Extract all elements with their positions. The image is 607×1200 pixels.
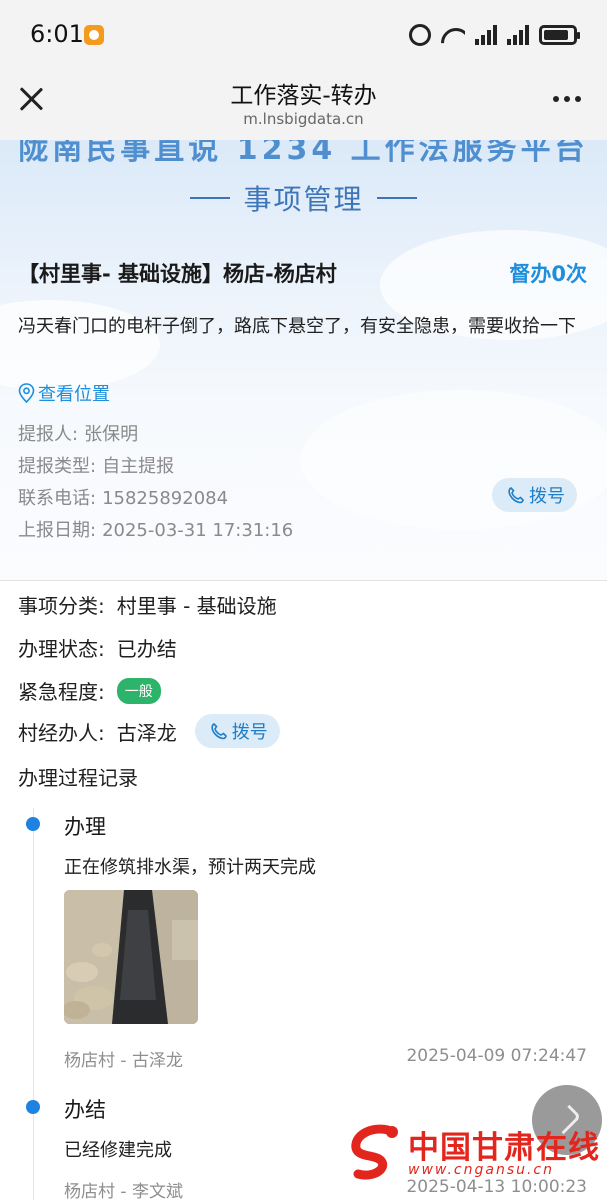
status-bar: 6:01	[0, 0, 607, 68]
watermark: 中国甘肃在线 www.cngansu.cn	[346, 1118, 599, 1198]
urgency-label: 紧急程度:	[18, 680, 105, 704]
handler-label: 村经办人:	[18, 720, 105, 745]
timeline-line	[33, 808, 34, 1200]
phone-value: 15825892084	[102, 488, 229, 509]
timeline-photo[interactable]	[64, 890, 198, 1024]
handler-value: 古泽龙	[116, 720, 177, 745]
report-type-row: 提报类型: 自主提报	[18, 452, 174, 478]
status-time: 6:01	[30, 20, 84, 48]
status-icons	[409, 22, 580, 48]
urgency-badge: 一般	[116, 677, 161, 704]
section-divider	[0, 580, 607, 581]
page-header: 工作落实-转办 m.lnsbigdata.cn	[0, 68, 607, 140]
view-location-link[interactable]: 查看位置	[18, 380, 110, 406]
location-pin-icon	[18, 383, 35, 403]
phone-row: 联系电话: 15825892084	[18, 484, 228, 510]
status-label: 办理状态:	[18, 637, 105, 661]
category-row: 事项分类: 村里事 - 基础设施	[18, 590, 277, 619]
timeline-dot	[26, 1100, 40, 1114]
phone-icon	[211, 723, 227, 740]
supervise-count: 督办0次	[509, 262, 587, 286]
urgency-row: 紧急程度: 一般	[18, 676, 161, 705]
report-type-label: 提报类型:	[18, 456, 97, 477]
item-description: 冯天春门口的电杆子倒了，路底下悬空了，有安全隐患，需要收拾一下	[18, 316, 576, 337]
timeline-item-title: 办理	[64, 815, 106, 839]
watermark-url: www.cngansu.cn	[408, 1162, 555, 1178]
view-location-label: 查看位置	[38, 384, 110, 405]
status-value: 已办结	[116, 637, 177, 661]
phone-icon	[508, 487, 524, 504]
banner-title: 陇南民事直说 1234 工作法服务平台	[18, 140, 589, 167]
category-value: 村里事 - 基础设施	[116, 594, 277, 618]
report-date-label: 上报日期:	[18, 520, 97, 541]
battery-icon	[539, 25, 580, 45]
process-title-label: 办理过程记录	[18, 766, 138, 790]
item-title: 【村里事- 基础设施】杨店-杨店村	[18, 262, 337, 286]
page-url: m.lnsbigdata.cn	[243, 110, 364, 128]
banner-line-right	[377, 197, 417, 199]
timeline-item-author: 杨店村 - 古泽龙	[64, 1051, 183, 1071]
alarm-icon	[409, 24, 431, 46]
item-card: 陇南民事直说 1234 工作法服务平台 事项管理 【村里事- 基础设施】杨店-杨…	[0, 140, 607, 580]
timeline-item-author: 杨店村 - 李文斌	[64, 1182, 183, 1200]
phone-label: 联系电话:	[18, 488, 97, 509]
process-title: 办理过程记录	[18, 762, 138, 791]
reporter-value: 张保明	[84, 424, 139, 445]
app-notification-icon	[84, 25, 104, 45]
signal-icon-2	[507, 25, 529, 45]
report-date-row: 上报日期: 2025-03-31 17:31:16	[18, 516, 293, 542]
reporter-label: 提报人:	[18, 424, 79, 445]
handler-dial-button[interactable]: 拨号	[194, 714, 280, 748]
timeline-item-time: 2025-04-09 07:24:47	[406, 1046, 587, 1066]
signal-icon	[475, 25, 497, 45]
timeline-item-text: 已经修建完成	[64, 1140, 172, 1161]
category-label: 事项分类:	[18, 594, 105, 618]
banner-subtitle: 事项管理	[243, 183, 364, 216]
timeline-item-text: 正在修筑排水渠，预计两天完成	[64, 857, 316, 878]
reporter-dial-button[interactable]: 拨号	[492, 478, 577, 512]
wifi-icon	[441, 26, 465, 44]
watermark-logo-icon	[351, 1124, 398, 1180]
timeline-dot	[26, 817, 40, 831]
timeline-item-title: 办结	[64, 1098, 106, 1122]
reporter-row: 提报人: 张保明	[18, 420, 138, 446]
watermark-name: 中国甘肃在线	[408, 1130, 600, 1166]
status-row: 办理状态: 已办结	[18, 633, 177, 662]
handler-row: 村经办人: 古泽龙 拨号	[18, 714, 280, 748]
dial-label: 拨号	[231, 722, 268, 743]
report-date-value: 2025-03-31 17:31:16	[102, 520, 294, 541]
report-type-value: 自主提报	[102, 456, 175, 477]
page-title: 工作落实-转办	[230, 83, 377, 109]
dial-label: 拨号	[529, 486, 565, 507]
drainage-photo	[64, 890, 198, 1024]
more-options-icon[interactable]	[553, 96, 581, 102]
